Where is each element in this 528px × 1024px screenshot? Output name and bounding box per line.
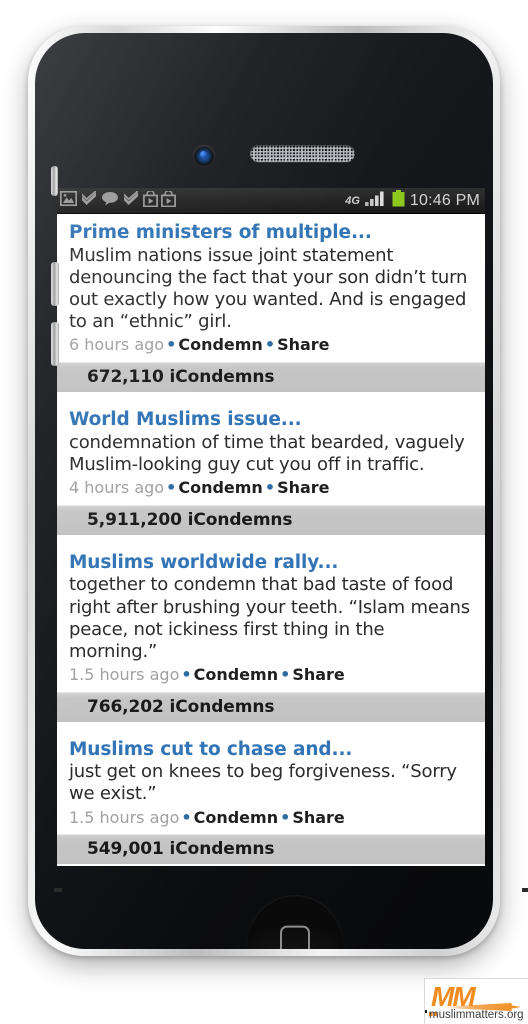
article-timestamp: 4 hours ago (69, 478, 165, 497)
article-timestamp: 1.5 hours ago (69, 807, 180, 827)
share-action-link[interactable]: Share (292, 665, 344, 684)
antenna-gap-left (54, 888, 62, 892)
condemn-action-link[interactable]: Condemn (178, 335, 263, 354)
meta-separator-dot: • (280, 664, 291, 684)
share-action-link[interactable]: Share (277, 335, 329, 354)
article-divider (57, 534, 485, 544)
article-divider (57, 721, 485, 731)
status-bar: 4G 10:46 PM (57, 188, 485, 214)
meta-separator-dot: • (181, 664, 192, 684)
share-action-link[interactable]: Share (292, 808, 344, 827)
article-summary: just get on knees to beg forgiveness. “S… (69, 761, 457, 805)
article-meta: 1.5 hours ago • Condemn • Share (69, 664, 473, 686)
condemn-count-bar: 5,911,200 iCondemns (57, 504, 485, 535)
article-item[interactable]: World Muslims issue... condemnation of t… (57, 400, 485, 535)
meta-separator-dot: • (264, 478, 276, 497)
status-bar-clock: 10:46 PM (409, 191, 480, 209)
phone-device: 4G 10:46 PM Prime ministers of multiple.… (28, 26, 528, 956)
article-meta: 6 hours ago • Condemn • Share (69, 334, 473, 356)
battery-icon (392, 190, 405, 211)
meta-separator-dot: • (264, 335, 276, 355)
mute-switch[interactable] (51, 166, 58, 196)
front-camera-icon (193, 145, 215, 167)
article-timestamp: 6 hours ago (69, 335, 165, 355)
double-check-icon (122, 189, 140, 211)
home-button-square-icon (280, 925, 310, 949)
article-title[interactable]: Muslims worldwide rally... (69, 552, 473, 574)
article-timestamp: 1.5 hours ago (69, 664, 180, 684)
condemn-action-link[interactable]: Condemn (194, 665, 279, 684)
meta-separator-dot: • (280, 807, 291, 827)
article-item[interactable]: Prime ministers of multiple... Muslim na… (57, 214, 485, 392)
play-store-bag-icon (143, 189, 158, 211)
status-bar-system: 4G 10:46 PM (345, 190, 480, 211)
speech-bubble-icon (101, 191, 119, 210)
site-watermark: .. MM muslimmatters.org (424, 978, 528, 1024)
home-button[interactable] (247, 895, 343, 949)
earpiece-speaker (250, 145, 355, 162)
article-title[interactable]: World Muslims issue... (69, 409, 473, 431)
double-check-icon (80, 189, 98, 211)
article-summary: Muslim nations issue joint statement den… (69, 244, 468, 333)
article-meta: 4 hours ago • Condemn • Share (69, 477, 473, 499)
volume-up-button[interactable] (51, 262, 59, 306)
news-feed[interactable]: Prime ministers of multiple... Muslim na… (57, 214, 485, 866)
play-store-bag-icon (161, 189, 176, 211)
article-item[interactable]: Muslims cut to chase and... just get on … (57, 730, 485, 865)
watermark-url-text: muslimmatters.org (429, 1009, 524, 1021)
volume-down-button[interactable] (51, 322, 59, 366)
meta-separator-dot: • (166, 478, 177, 497)
condemn-action-link[interactable]: Condemn (194, 808, 279, 827)
share-action-link[interactable]: Share (277, 478, 329, 497)
article-summary: condemnation of time that bearded, vague… (69, 431, 465, 475)
article-summary: together to condemn that bad taste of fo… (69, 574, 470, 662)
network-type-indicator: 4G (345, 194, 360, 207)
photo-icon (60, 191, 77, 210)
condemn-count-bar: 549,001 iCondemns (57, 834, 485, 865)
status-bar-notifications (60, 189, 345, 211)
antenna-gap-right (522, 888, 528, 892)
phone-body: 4G 10:46 PM Prime ministers of multiple.… (35, 33, 493, 949)
article-title[interactable]: Prime ministers of multiple... (69, 222, 473, 244)
article-divider (57, 391, 485, 401)
article-meta: 1.5 hours ago • Condemn • Share (69, 807, 473, 829)
condemn-count-bar: 766,202 iCondemns (57, 691, 485, 722)
phone-screen: 4G 10:46 PM Prime ministers of multiple.… (57, 188, 485, 866)
meta-separator-dot: • (181, 807, 192, 827)
article-title[interactable]: Muslims cut to chase and... (69, 739, 473, 761)
signal-strength-icon (364, 191, 387, 210)
condemn-action-link[interactable]: Condemn (178, 478, 263, 497)
meta-separator-dot: • (166, 335, 177, 355)
condemn-count-bar: 672,110 iCondemns (57, 361, 485, 392)
article-item[interactable]: Muslims worldwide rally... together to c… (57, 543, 485, 722)
